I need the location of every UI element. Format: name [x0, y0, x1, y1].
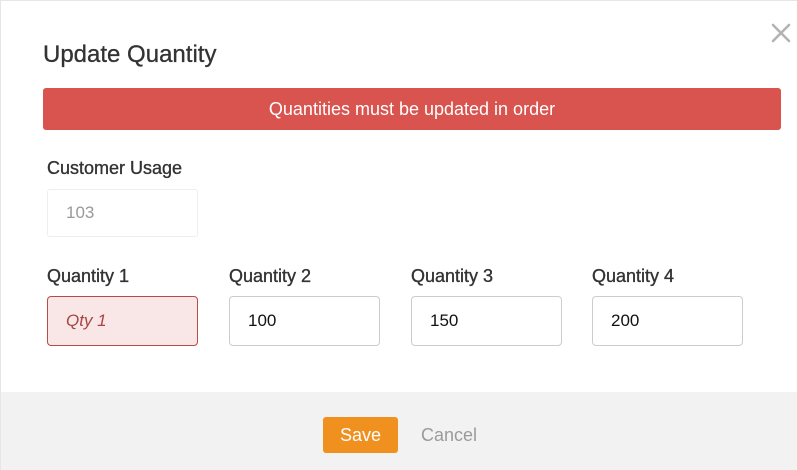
error-alert: Quantities must be updated in order	[43, 88, 781, 130]
quantity-3-input[interactable]	[411, 296, 562, 346]
modal-title: Update Quantity	[43, 41, 217, 68]
save-button[interactable]: Save	[323, 417, 398, 453]
close-icon[interactable]	[769, 21, 793, 45]
quantity-1-input[interactable]	[47, 296, 198, 346]
quantity-2-label: Quantity 2	[229, 266, 312, 286]
quantity-3-label: Quantity 3	[411, 266, 494, 286]
modal-footer: Save Cancel	[1, 392, 797, 470]
quantity-4-input[interactable]	[592, 296, 743, 346]
customer-usage-label: Customer Usage	[47, 158, 183, 178]
quantity-2-input[interactable]	[229, 296, 380, 346]
customer-usage-value: 103	[47, 189, 198, 237]
quantity-1-label: Quantity 1	[47, 266, 130, 286]
quantity-4-label: Quantity 4	[592, 266, 675, 286]
close-button[interactable]	[769, 21, 793, 45]
cancel-button[interactable]: Cancel	[421, 417, 477, 453]
update-quantity-modal: Update Quantity Quantities must be updat…	[0, 0, 797, 470]
